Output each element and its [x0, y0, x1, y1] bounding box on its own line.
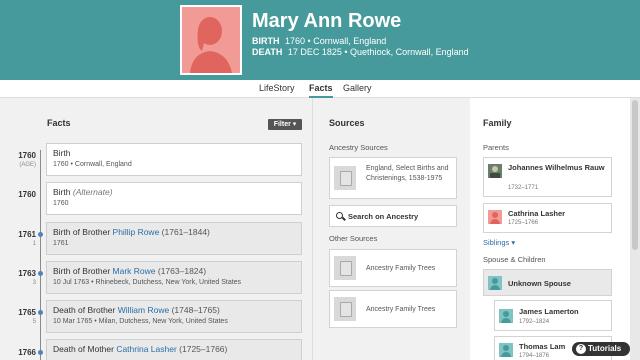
search-on-ancestry-button[interactable]: Search on Ancestry: [329, 205, 457, 227]
other-sources-label: Other Sources: [329, 234, 378, 243]
family-heading: Family: [483, 118, 512, 128]
scrollbar-thumb[interactable]: [632, 100, 638, 250]
parent-dates: 1725–1766: [508, 220, 539, 226]
source-title: England, Select Births and Christenings,…: [366, 165, 449, 182]
fact-detail: 10 Mar 1765 • Milan, Dutchess, New York,…: [53, 318, 228, 325]
timeline-dot: [38, 310, 43, 315]
fact-age: (AGE): [19, 162, 36, 168]
relative-link[interactable]: Phillip Rowe: [113, 227, 160, 237]
relative-link[interactable]: Cathrina Lasher: [116, 344, 176, 354]
relative-link[interactable]: William Rowe: [118, 305, 169, 315]
parents-label: Parents: [483, 143, 509, 152]
timeline-dot: [38, 232, 43, 237]
parent-name: Johannes Wilhelmus Rauw: [508, 163, 605, 172]
father-photo-icon: [488, 164, 502, 178]
source-card[interactable]: Ancestry Family Trees: [329, 290, 457, 328]
child-name: Thomas Lam: [519, 342, 566, 351]
sources-heading: Sources: [329, 118, 365, 128]
fact-age: 3: [32, 280, 36, 286]
ancestry-sources-label: Ancestry Sources: [329, 143, 388, 152]
fact-card-brother-birth[interactable]: Birth of Brother Mark Rowe (1763–1824) 1…: [46, 261, 302, 294]
fact-detail: 1760 • Cornwall, England: [53, 161, 132, 168]
source-card[interactable]: England, Select Births and Christenings,…: [329, 157, 457, 199]
fact-card-birth[interactable]: Birth 1760 • Cornwall, England: [46, 143, 302, 176]
fact-card-birth-alternate[interactable]: Birth (Alternate) 1760: [46, 182, 302, 215]
fact-year: 1765: [18, 308, 36, 317]
fact-detail: 1761: [53, 240, 69, 247]
timeline-dot: [38, 271, 43, 276]
female-person-icon: [488, 210, 502, 224]
filter-label: Filter: [273, 121, 291, 128]
fact-detail: 1760: [53, 200, 69, 207]
tab-gallery[interactable]: Gallery: [343, 83, 372, 93]
scrollbar[interactable]: [630, 98, 640, 360]
fact-year: 1760: [18, 151, 36, 160]
relative-link[interactable]: Mark Rowe: [113, 266, 156, 276]
profile-tabs: LifeStory Facts Gallery: [0, 80, 640, 98]
fact-year: 1760: [18, 190, 36, 199]
female-silhouette-icon: [190, 17, 232, 73]
chevron-down-icon: ▾: [511, 238, 516, 247]
fact-year: 1761: [18, 230, 36, 239]
parent-card-father[interactable]: Johannes Wilhelmus Rauw 1732–1771: [483, 157, 612, 197]
parent-dates: 1732–1771: [508, 185, 539, 191]
child-dates: 1792–1824: [519, 319, 550, 325]
source-title: Ancestry Family Trees: [366, 265, 436, 272]
birth-summary: BIRTH 1760 • Cornwall, England: [252, 36, 386, 46]
tab-lifestory[interactable]: LifeStory: [259, 83, 295, 93]
fact-title: Death of Mother Cathrina Lasher (1725–17…: [53, 344, 228, 354]
spouse-card[interactable]: Unknown Spouse: [483, 269, 612, 296]
fact-title: Birth: [53, 148, 71, 158]
document-icon: [334, 297, 356, 321]
fact-year: 1766: [18, 348, 36, 357]
death-value: 17 DEC 1825 • Quethiock, Cornwall, Engla…: [287, 47, 469, 57]
fact-card-mother-death[interactable]: Death of Mother Cathrina Lasher (1725–17…: [46, 339, 302, 360]
spouse-name: Unknown Spouse: [508, 279, 571, 288]
facts-heading: Facts: [47, 118, 71, 128]
tab-facts[interactable]: Facts: [309, 83, 333, 98]
male-person-icon: [488, 276, 502, 290]
fact-card-brother-birth[interactable]: Birth of Brother Phillip Rowe (1761–1844…: [46, 222, 302, 255]
birth-label: BIRTH: [252, 36, 280, 46]
fact-title: Death of Brother William Rowe (1748–1765…: [53, 305, 220, 315]
filter-button[interactable]: Filter ▾: [268, 119, 302, 130]
timeline-line: [40, 150, 41, 360]
person-name: Mary Ann Rowe: [252, 10, 402, 32]
person-header: Mary Ann Rowe BIRTH 1760 • Cornwall, Eng…: [0, 0, 640, 80]
death-summary: DEATH 17 DEC 1825 • Quethiock, Cornwall,…: [252, 47, 469, 57]
fact-title: Birth of Brother Mark Rowe (1763–1824): [53, 266, 207, 276]
fact-detail: 10 Jul 1763 • Rhinebeck, Dutchess, New Y…: [53, 279, 242, 286]
person-portrait[interactable]: [180, 5, 242, 75]
spouse-children-label: Spouse & Children: [483, 255, 546, 264]
birth-value: 1760 • Cornwall, England: [285, 36, 387, 46]
source-title: Ancestry Family Trees: [366, 306, 436, 313]
source-card[interactable]: Ancestry Family Trees: [329, 249, 457, 287]
tutorials-label: Tutorials: [588, 344, 622, 353]
death-label: DEATH: [252, 47, 283, 57]
child-dates: 1794–1876: [519, 353, 550, 359]
siblings-label: Siblings: [483, 238, 510, 247]
siblings-toggle[interactable]: Siblings ▾: [483, 238, 515, 247]
help-icon: ?: [576, 344, 586, 354]
fact-age: 5: [32, 319, 36, 325]
parent-card-mother[interactable]: Cathrina Lasher 1725–1766: [483, 203, 612, 233]
fact-alternate-tag: (Alternate): [72, 187, 113, 197]
timeline-dot: [38, 350, 43, 355]
male-person-icon: [499, 309, 513, 323]
fact-title: Birth (Alternate): [53, 187, 113, 197]
search-button-label: Search on Ancestry: [348, 212, 419, 221]
document-icon: [334, 256, 356, 280]
document-icon: [334, 166, 356, 190]
fact-year: 1763: [18, 269, 36, 278]
child-card[interactable]: James Lamerton 1792–1824: [494, 300, 612, 331]
fact-title: Birth of Brother Phillip Rowe (1761–1844…: [53, 227, 210, 237]
child-name: James Lamerton: [519, 307, 579, 316]
parent-name: Cathrina Lasher: [508, 209, 566, 218]
tutorials-button[interactable]: ? Tutorials: [572, 342, 630, 356]
search-icon: [336, 212, 343, 219]
fact-card-brother-death[interactable]: Death of Brother William Rowe (1748–1765…: [46, 300, 302, 333]
male-person-icon: [499, 343, 513, 357]
fact-age: 1: [32, 241, 36, 247]
